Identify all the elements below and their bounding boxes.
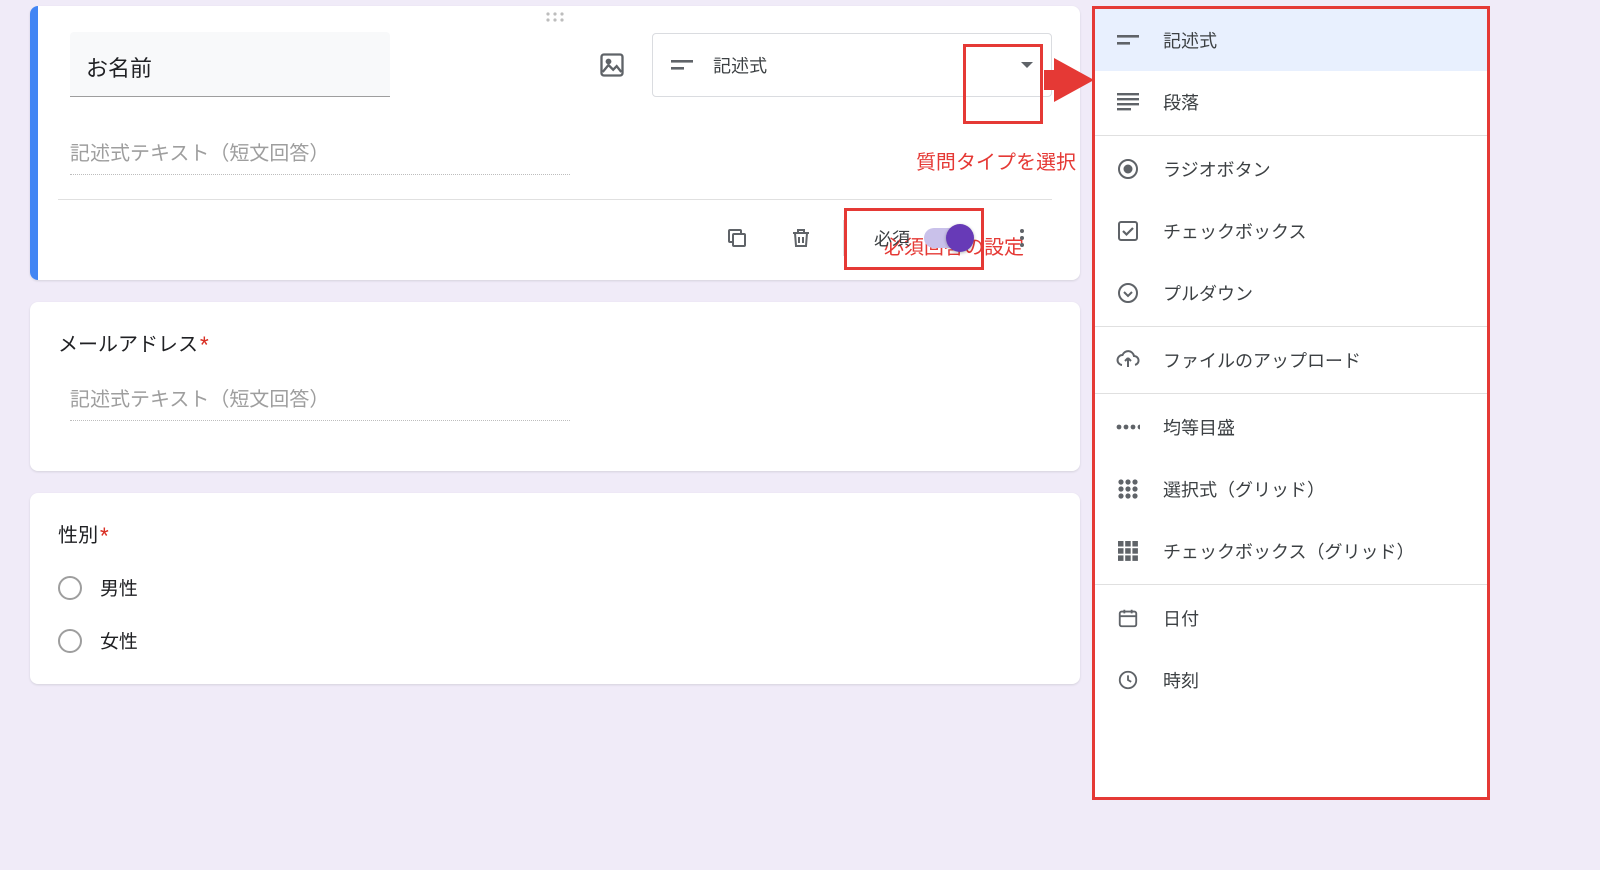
linear-icon bbox=[1115, 414, 1141, 440]
dropdown-item-label: ファイルのアップロード bbox=[1163, 347, 1361, 373]
question-type-dropdown-panel: 記述式段落ラジオボタンチェックボックスプルダウンファイルのアップロード均等目盛選… bbox=[1092, 6, 1490, 800]
dropdown-item-time[interactable]: 時刻 bbox=[1095, 649, 1487, 711]
dropdown-separator bbox=[1095, 393, 1487, 394]
upload-icon bbox=[1115, 347, 1141, 373]
dropdown-item-label: 記述式 bbox=[1163, 27, 1217, 53]
grid-radio-icon bbox=[1115, 476, 1141, 502]
checkbox-icon bbox=[1115, 218, 1141, 244]
required-star: * bbox=[100, 523, 109, 547]
annotation-select-type: 質問タイプを選択 bbox=[916, 146, 1076, 175]
more-options-button[interactable] bbox=[1000, 216, 1044, 260]
delete-button[interactable] bbox=[779, 216, 823, 260]
add-image-button[interactable] bbox=[590, 43, 634, 87]
dropdown-item-label: プルダウン bbox=[1163, 280, 1253, 306]
active-indicator bbox=[30, 6, 38, 280]
dropdown-item-label: 選択式（グリッド） bbox=[1163, 476, 1325, 502]
required-toggle[interactable] bbox=[924, 228, 970, 248]
dropdown-item-paragraph[interactable]: 段落 bbox=[1095, 71, 1487, 133]
dropdown-separator bbox=[1095, 135, 1487, 136]
radio-icon bbox=[58, 629, 82, 653]
question-type-select[interactable]: 記述式 bbox=[652, 33, 1052, 97]
question-type-label: 記述式 bbox=[713, 52, 1033, 78]
question-footer: 必須 bbox=[58, 199, 1052, 260]
required-toggle-wrap: 必須 bbox=[864, 221, 980, 255]
dropdown-item-date[interactable]: 日付 bbox=[1095, 587, 1487, 649]
date-icon bbox=[1115, 605, 1141, 631]
dropdown-item-checkbox[interactable]: チェックボックス bbox=[1095, 200, 1487, 262]
dropdown-icon bbox=[1115, 280, 1141, 306]
dropdown-item-label: 段落 bbox=[1163, 89, 1199, 115]
dropdown-item-grid-check[interactable]: チェックボックス（グリッド） bbox=[1095, 520, 1487, 582]
dropdown-item-upload[interactable]: ファイルのアップロード bbox=[1095, 329, 1487, 391]
dropdown-item-label: 均等目盛 bbox=[1163, 414, 1235, 440]
required-label: 必須 bbox=[874, 225, 910, 251]
dropdown-item-grid-radio[interactable]: 選択式（グリッド） bbox=[1095, 458, 1487, 520]
time-icon bbox=[1115, 667, 1141, 693]
dropdown-item-label: チェックボックス bbox=[1163, 218, 1306, 244]
dropdown-item-radio[interactable]: ラジオボタン bbox=[1095, 138, 1487, 200]
annotation-arrow-icon bbox=[1054, 58, 1094, 102]
drag-handle-icon[interactable] bbox=[545, 12, 565, 22]
question-card-2[interactable]: メールアドレス* 記述式テキスト（短文回答） bbox=[30, 302, 1080, 471]
question-title: メールアドレス* bbox=[58, 328, 1052, 357]
dropdown-separator bbox=[1095, 584, 1487, 585]
radio-icon bbox=[1115, 156, 1141, 182]
dropdown-item-label: チェックボックス（グリッド） bbox=[1163, 538, 1414, 564]
footer-divider bbox=[843, 220, 844, 256]
dropdown-item-label: 日付 bbox=[1163, 605, 1199, 631]
paragraph-icon bbox=[1115, 89, 1141, 115]
answer-placeholder: 記述式テキスト（短文回答） bbox=[70, 383, 570, 421]
radio-option[interactable]: 女性 bbox=[58, 627, 1052, 654]
duplicate-button[interactable] bbox=[715, 216, 759, 260]
question-card-1: 記述式 記述式テキスト（短文回答） 質問タイプを選択 必須回答の設定 必須 bbox=[30, 6, 1080, 280]
dropdown-item-label: ラジオボタン bbox=[1163, 156, 1271, 182]
radio-icon bbox=[58, 576, 82, 600]
dropdown-item-label: 時刻 bbox=[1163, 667, 1199, 693]
short-text-icon bbox=[1115, 27, 1141, 53]
answer-placeholder: 記述式テキスト（短文回答） bbox=[70, 137, 570, 175]
dropdown-separator bbox=[1095, 326, 1487, 327]
question-title: 性別* bbox=[58, 519, 1052, 548]
short-text-icon bbox=[671, 58, 693, 72]
required-star: * bbox=[200, 332, 209, 356]
radio-option-list: 男性 女性 bbox=[58, 574, 1052, 654]
question-title-input[interactable] bbox=[70, 32, 390, 97]
question-card-3[interactable]: 性別* 男性 女性 bbox=[30, 493, 1080, 684]
grid-check-icon bbox=[1115, 538, 1141, 564]
caret-down-icon bbox=[1021, 62, 1033, 68]
dropdown-item-short-text[interactable]: 記述式 bbox=[1095, 9, 1487, 71]
radio-option[interactable]: 男性 bbox=[58, 574, 1052, 601]
dropdown-item-linear[interactable]: 均等目盛 bbox=[1095, 396, 1487, 458]
dropdown-item-dropdown[interactable]: プルダウン bbox=[1095, 262, 1487, 324]
